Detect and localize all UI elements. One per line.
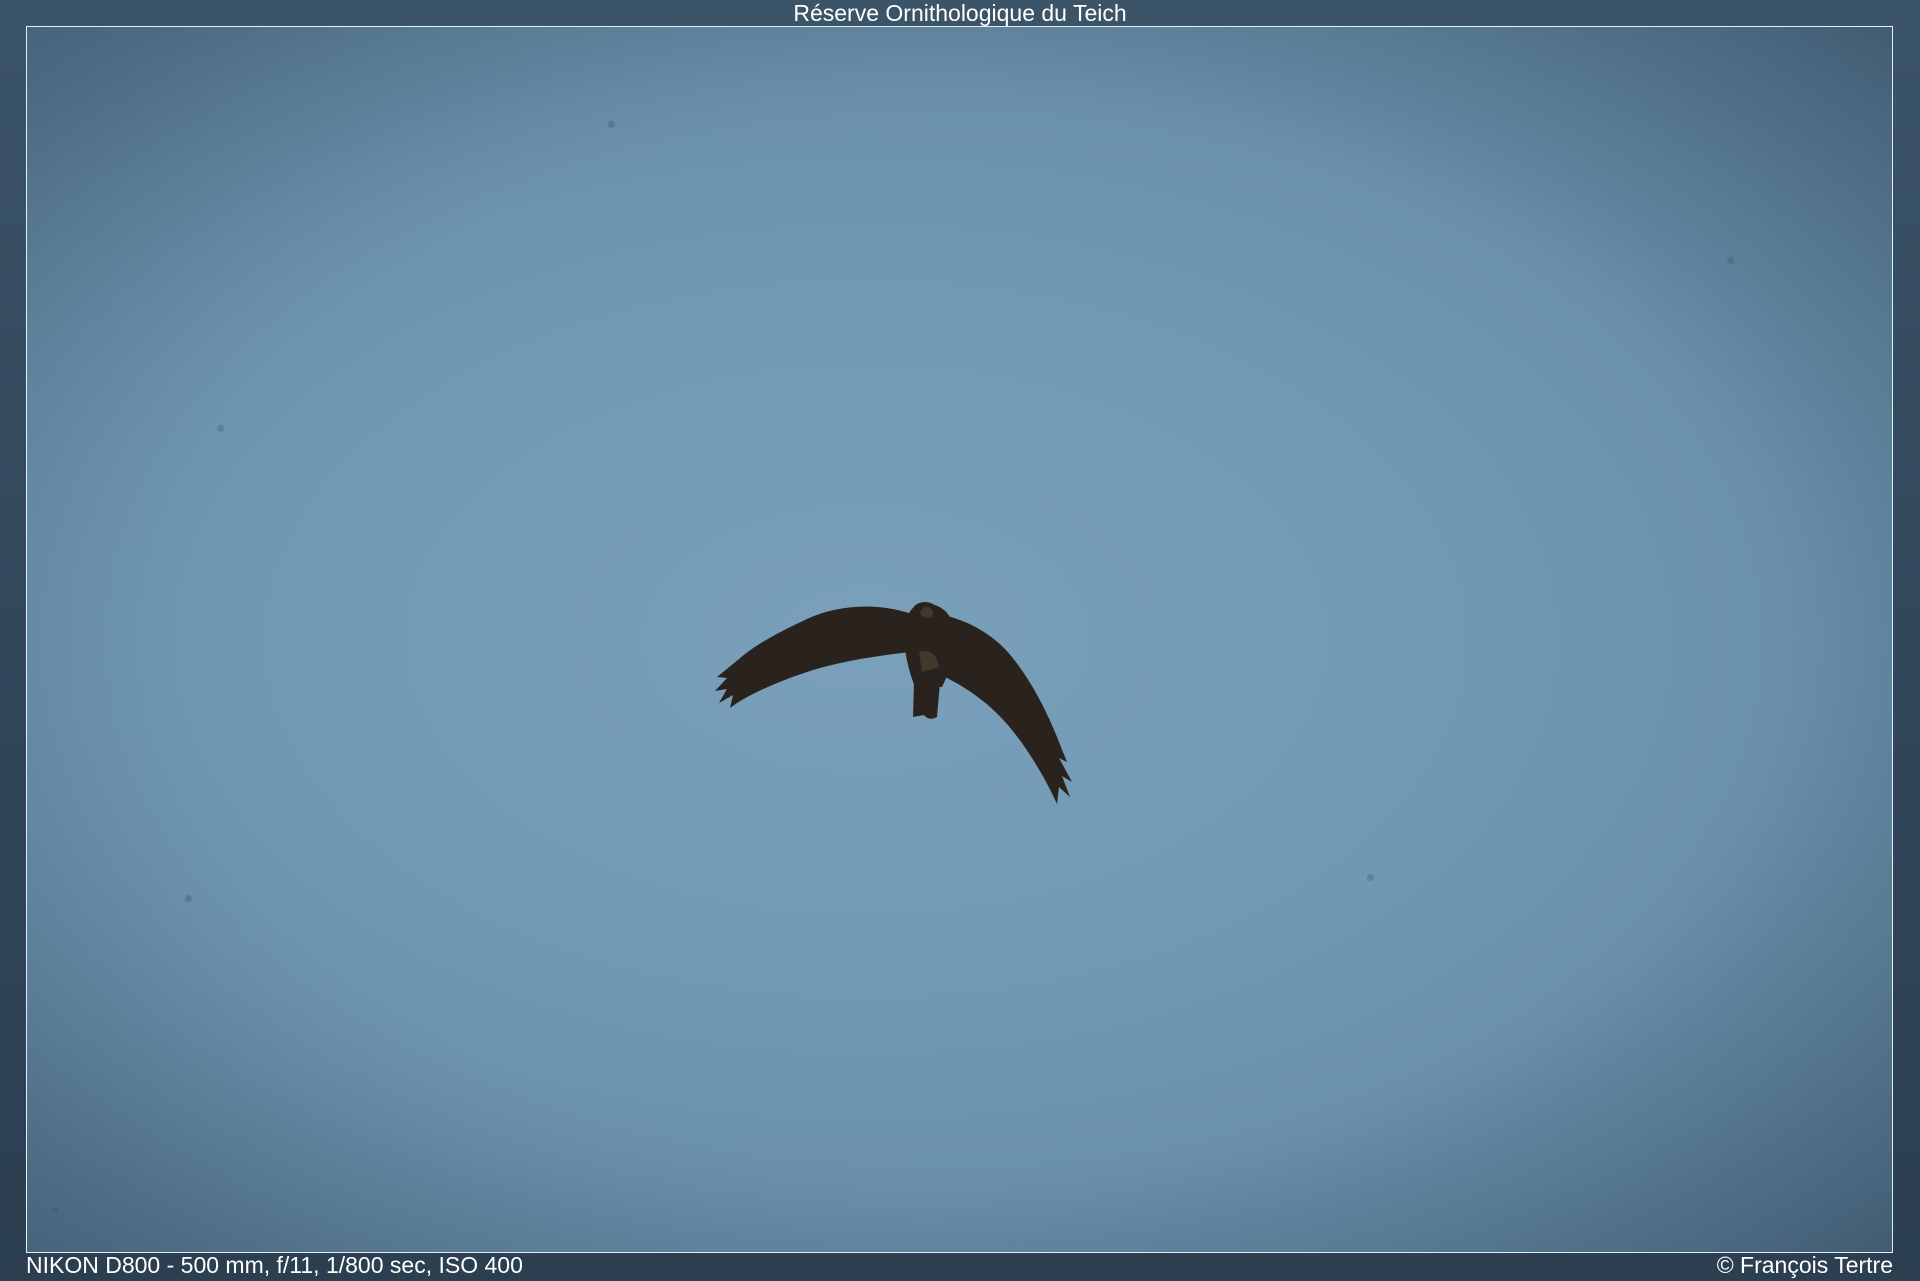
copyright-caption: © François Tertre <box>1716 1252 1893 1278</box>
photo-title: Réserve Ornithologique du Teich <box>793 0 1127 26</box>
photograph <box>26 26 1893 1253</box>
bird-of-prey-in-flight <box>715 602 1072 804</box>
photo-frame: Réserve Ornithologique du Teich NIKON D8… <box>0 0 1920 1281</box>
camera-exif-caption: NIKON D800 - 500 mm, f/11, 1/800 sec, IS… <box>26 1252 523 1278</box>
